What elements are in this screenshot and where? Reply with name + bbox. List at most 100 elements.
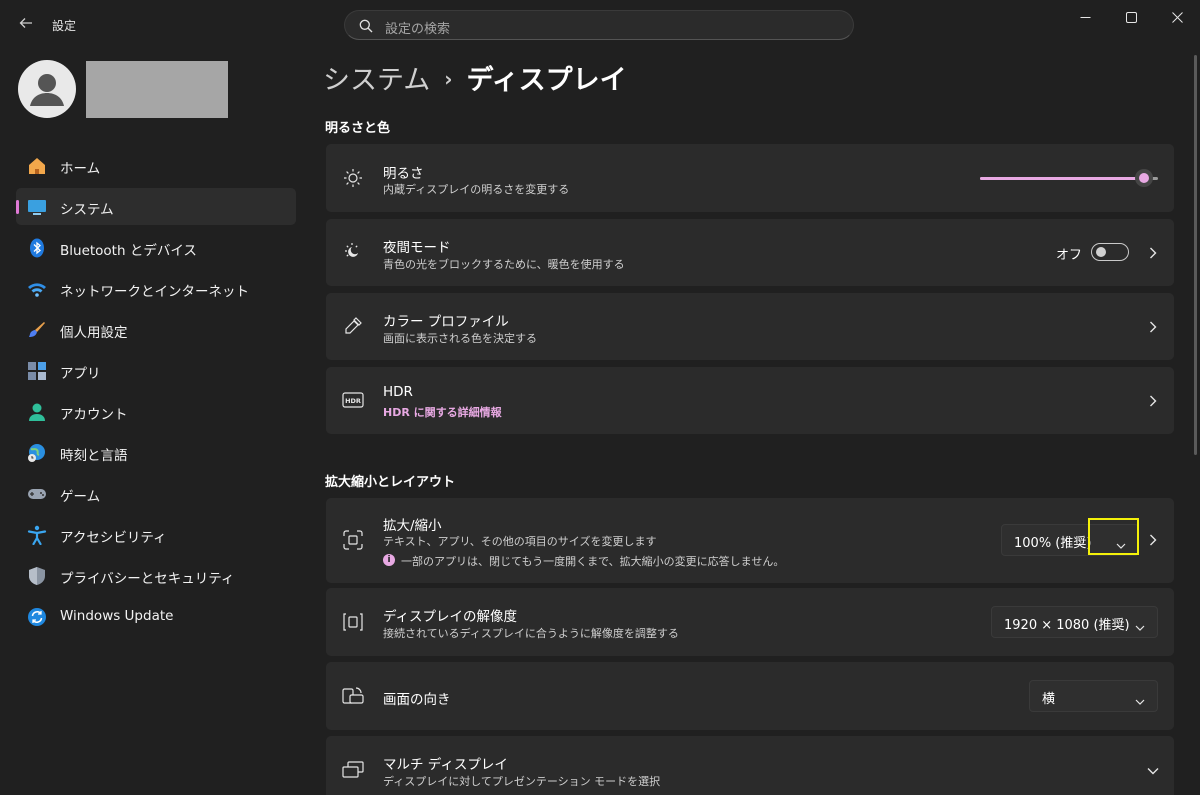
scale-title: 拡大/縮小 (383, 518, 442, 534)
color-profile-title: カラー プロファイル (383, 314, 509, 330)
breadcrumb-separator: › (444, 67, 453, 91)
brightness-subtitle: 内蔵ディスプレイの明るさを変更する (383, 183, 570, 196)
selection-indicator (16, 200, 19, 214)
section-title-scale-layout: 拡大縮小とレイアウト (325, 475, 456, 490)
multi-display-icon (342, 759, 364, 781)
search-icon (359, 19, 373, 33)
hdr-info-link[interactable]: HDR に関する詳細情報 (383, 404, 502, 420)
title-bar: 設定 設定の検索 (0, 0, 1200, 50)
multi-display-subtitle: ディスプレイに対してプレゼンテーション モードを選択 (383, 775, 661, 788)
night-light-toggle[interactable] (1091, 243, 1129, 261)
avatar[interactable] (18, 60, 76, 118)
sidebar-item-accounts[interactable]: アカウント (16, 393, 296, 430)
search-input[interactable]: 設定の検索 (385, 18, 450, 37)
accessibility-icon (26, 524, 48, 546)
home-icon (26, 155, 48, 177)
resolution-value: 1920 × 1080 (推奨) (1004, 618, 1130, 633)
scrollbar[interactable] (1194, 55, 1197, 455)
gamepad-icon (26, 483, 48, 505)
sidebar-item-privacy-security[interactable]: プライバシーとセキュリティ (16, 557, 296, 594)
sidebar-item-label: 時刻と言語 (60, 448, 128, 464)
resolution-icon (342, 611, 364, 633)
sidebar-item-label: アプリ (60, 366, 101, 382)
sidebar-item-label: アクセシビリティ (60, 530, 167, 546)
apps-icon (26, 360, 48, 382)
night-light-card[interactable]: 夜間モード 青色の光をブロックするために、暖色を使用する オフ (326, 219, 1174, 286)
sidebar-item-label: Bluetooth とデバイス (60, 243, 197, 259)
multi-display-card[interactable]: マルチ ディスプレイ ディスプレイに対してプレゼンテーション モードを選択 (326, 736, 1174, 795)
orientation-icon (342, 685, 364, 707)
chevron-down-icon[interactable] (1146, 764, 1160, 778)
sidebar-item-bluetooth[interactable]: Bluetooth とデバイス (16, 229, 296, 266)
night-light-subtitle: 青色の光をブロックするために、暖色を使用する (383, 258, 625, 271)
person-icon (30, 74, 64, 106)
sidebar-item-time-language[interactable]: 時刻と言語 (16, 434, 296, 471)
resolution-subtitle: 接続されているディスプレイに合うように解像度を調整する (383, 627, 679, 640)
resolution-title: ディスプレイの解像度 (383, 609, 518, 625)
brightness-title: 明るさ (383, 166, 424, 182)
user-name (86, 61, 228, 118)
chevron-right-icon[interactable] (1146, 246, 1160, 260)
sidebar-item-label: システム (60, 202, 114, 218)
chevron-right-icon[interactable] (1146, 533, 1160, 547)
night-light-title: 夜間モード (383, 240, 451, 256)
close-icon[interactable] (1154, 0, 1200, 34)
color-profile-card[interactable]: カラー プロファイル 画面に表示される色を決定する (326, 293, 1174, 360)
sidebar-item-home[interactable]: ホーム (16, 147, 296, 184)
scale-notice: 一部のアプリは、閉じてもう一度開くまで、拡大縮小の変更に応答しません。 (401, 555, 785, 568)
resolution-card: ディスプレイの解像度 接続されているディスプレイに合うように解像度を調整する 1… (326, 588, 1174, 656)
highlight-box (1088, 518, 1139, 555)
sidebar-item-accessibility[interactable]: アクセシビリティ (16, 516, 296, 553)
scale-subtitle: テキスト、アプリ、その他の項目のサイズを変更します (383, 535, 657, 548)
slider-thumb[interactable] (1135, 169, 1153, 187)
hdr-card[interactable]: HDR HDR HDR に関する詳細情報 (326, 367, 1174, 434)
orientation-value: 横 (1042, 692, 1056, 707)
update-icon (26, 606, 48, 628)
sidebar-item-label: ホーム (60, 161, 101, 177)
sidebar-item-personalization[interactable]: 個人用設定 (16, 311, 296, 348)
sidebar-nav: ホーム システム Bluetooth とデバイス ネットワークとインターネット … (16, 147, 296, 639)
chevron-right-icon[interactable] (1146, 394, 1160, 408)
arrow-left-icon[interactable] (14, 13, 38, 37)
brightness-card: 明るさ 内蔵ディスプレイの明るさを変更する (326, 144, 1174, 212)
scale-icon (342, 529, 364, 551)
globe-clock-icon (26, 442, 48, 464)
brightness-slider[interactable] (980, 169, 1158, 187)
bluetooth-icon (26, 237, 48, 259)
sidebar-item-windows-update[interactable]: Windows Update (16, 598, 296, 635)
sidebar-item-label: Windows Update (60, 608, 174, 624)
hdr-icon: HDR (342, 389, 364, 411)
sidebar-item-system[interactable]: システム (16, 188, 296, 225)
resolution-dropdown[interactable]: 1920 × 1080 (推奨) (991, 606, 1158, 638)
minimize-icon[interactable] (1062, 0, 1108, 34)
wifi-icon (26, 278, 48, 300)
svg-text:HDR: HDR (345, 397, 361, 405)
account-icon (26, 401, 48, 423)
sidebar-item-label: ネットワークとインターネット (60, 284, 249, 300)
brush-icon (26, 319, 48, 341)
scale-card[interactable]: 拡大/縮小 テキスト、アプリ、その他の項目のサイズを変更します i 一部のアプリ… (326, 498, 1174, 583)
orientation-dropdown[interactable]: 横 (1029, 680, 1158, 712)
info-icon: i (383, 554, 395, 566)
orientation-card: 画面の向き 横 (326, 662, 1174, 730)
app-title: 設定 (52, 19, 77, 33)
scale-value: 100% (推奨) (1014, 536, 1092, 551)
sidebar-item-gaming[interactable]: ゲーム (16, 475, 296, 512)
slider-fill (980, 177, 1144, 180)
breadcrumb-parent[interactable]: システム (323, 65, 430, 96)
sidebar-item-apps[interactable]: アプリ (16, 352, 296, 389)
night-light-icon (342, 241, 364, 263)
sun-icon (342, 167, 364, 189)
chevron-down-icon (1135, 617, 1145, 636)
sidebar-item-network[interactable]: ネットワークとインターネット (16, 270, 296, 307)
sidebar-item-label: プライバシーとセキュリティ (60, 571, 235, 587)
chevron-right-icon[interactable] (1146, 320, 1160, 334)
maximize-icon[interactable] (1108, 0, 1154, 34)
search-box[interactable]: 設定の検索 (344, 10, 854, 40)
sidebar-item-label: 個人用設定 (60, 325, 128, 341)
shield-icon (26, 565, 48, 587)
chevron-down-icon (1135, 691, 1145, 710)
color-profile-subtitle: 画面に表示される色を決定する (383, 332, 537, 345)
breadcrumb: システム › ディスプレイ (323, 58, 627, 97)
sidebar-item-label: アカウント (60, 407, 128, 423)
